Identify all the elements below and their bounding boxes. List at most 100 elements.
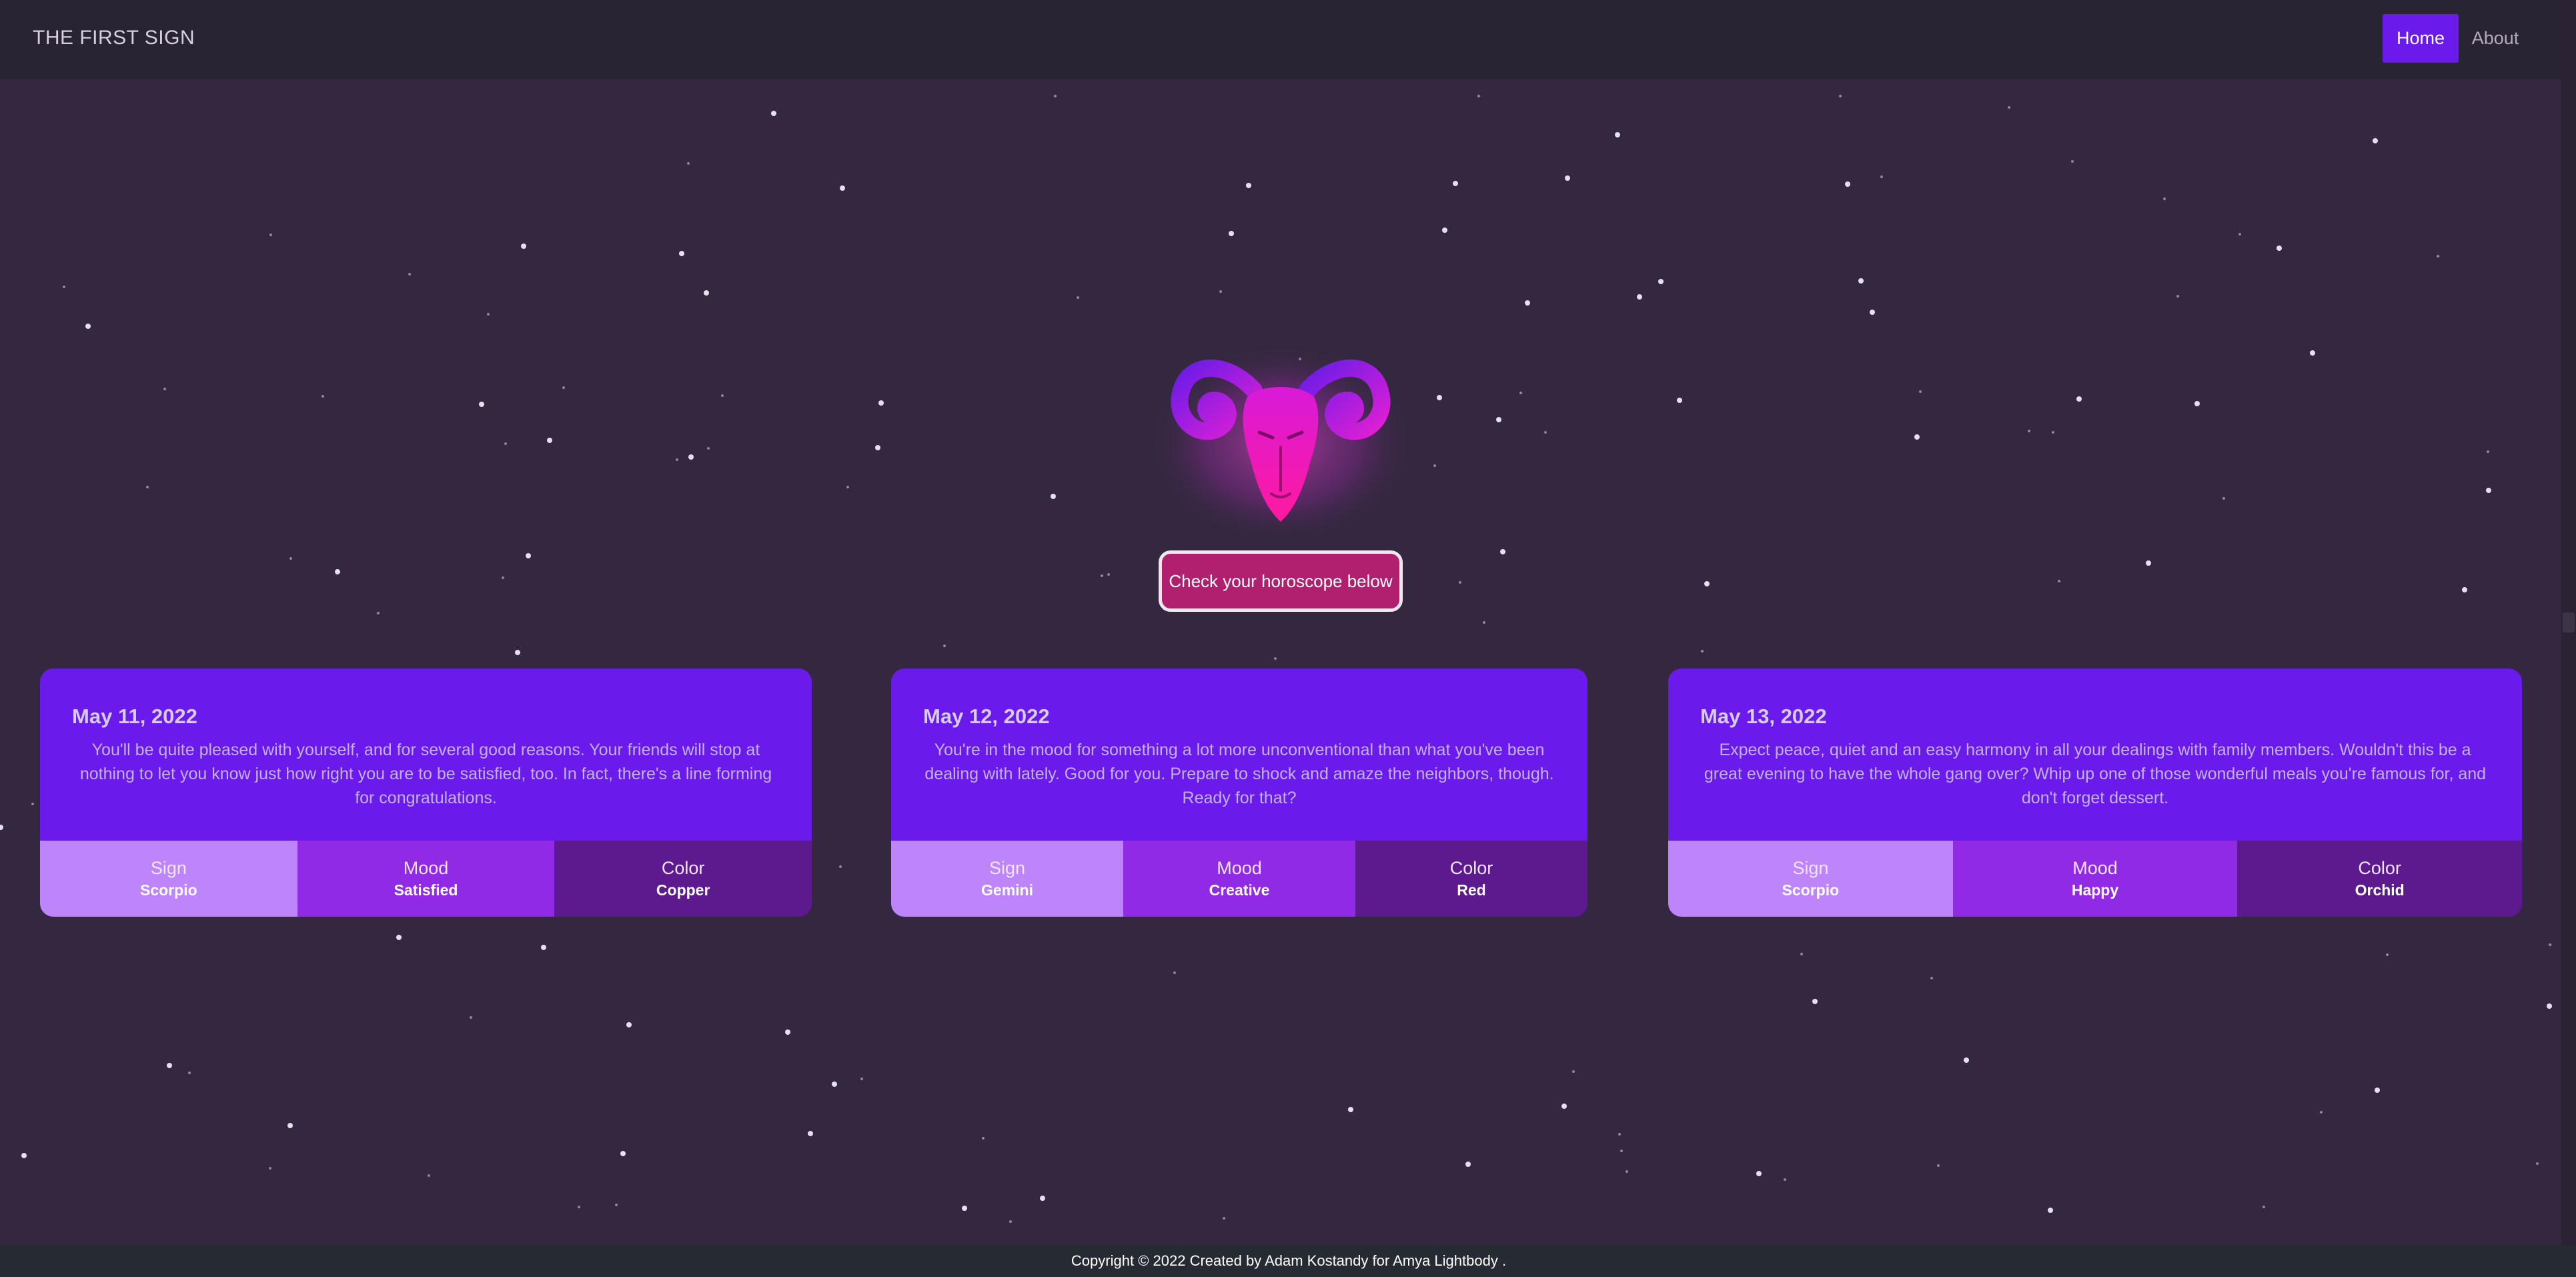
star <box>2176 295 2179 298</box>
star <box>377 612 380 614</box>
star <box>626 1022 632 1027</box>
star <box>1937 1164 1940 1167</box>
check-horoscope-button[interactable]: Check your horoscope below <box>1159 550 1403 612</box>
color-label: Color <box>2358 858 2401 878</box>
star <box>2146 560 2151 566</box>
star <box>321 395 324 398</box>
star <box>188 1072 191 1074</box>
mood-label: Mood <box>403 858 449 878</box>
star <box>1525 300 1530 306</box>
star <box>562 386 565 389</box>
mood-value: Happy <box>2071 881 2119 899</box>
scrollbar-thumb[interactable] <box>2563 612 2575 632</box>
star <box>2058 580 2060 582</box>
card-reading: You'll be quite pleased with yourself, a… <box>79 741 772 807</box>
star <box>620 1151 626 1156</box>
starfield-background <box>0 95 2552 1223</box>
star <box>832 1082 837 1087</box>
star <box>2549 943 2551 946</box>
nav-link-home[interactable]: Home <box>2383 14 2459 63</box>
star <box>269 234 272 236</box>
star <box>487 313 490 316</box>
star <box>1812 999 1818 1004</box>
star <box>1845 181 1850 187</box>
star <box>1572 1070 1575 1073</box>
horoscope-card: May 12, 2022 You're in the mood for some… <box>891 669 1587 917</box>
star <box>2536 1162 2539 1165</box>
star <box>2373 138 2378 143</box>
star <box>2277 246 2282 251</box>
card-stats: Sign Gemini Mood Creative Color Red <box>891 841 1587 917</box>
star <box>167 1063 172 1068</box>
star <box>1223 1217 1225 1220</box>
star <box>2008 106 2010 109</box>
star <box>2547 1003 2552 1009</box>
site-brand[interactable]: THE FIRST SIGN <box>33 27 195 49</box>
nav-link-about[interactable]: About <box>2472 14 2519 63</box>
sign-tile: Sign Scorpio <box>40 841 297 917</box>
star <box>962 1206 967 1211</box>
star <box>408 273 411 276</box>
page-scrollbar[interactable] <box>2561 0 2576 1277</box>
star <box>1964 1057 1969 1063</box>
star <box>676 458 678 461</box>
star <box>146 486 149 488</box>
star <box>2386 953 2389 956</box>
star <box>163 388 166 390</box>
star <box>878 400 884 406</box>
sign-tile: Sign Gemini <box>891 841 1123 917</box>
star <box>2048 1208 2053 1213</box>
star <box>1465 1162 1471 1167</box>
star <box>1054 95 1057 97</box>
star <box>31 803 34 805</box>
sign-label: Sign <box>989 858 1026 878</box>
star <box>1173 971 1176 974</box>
star <box>2263 1206 2265 1208</box>
star <box>839 865 842 868</box>
star <box>982 1137 985 1140</box>
star <box>808 1131 813 1136</box>
star <box>1437 395 1442 400</box>
star <box>1565 175 1570 181</box>
star <box>2071 160 2074 163</box>
star <box>479 402 484 407</box>
star <box>541 945 546 950</box>
star <box>1756 1171 1762 1176</box>
star <box>1626 1170 1628 1173</box>
star <box>428 1174 430 1177</box>
star <box>1784 1178 1786 1181</box>
star <box>1348 1107 1353 1112</box>
star <box>1040 1196 1045 1201</box>
star <box>687 162 690 165</box>
copyright-text: Copyright © 2022 Created by Adam Kostand… <box>1071 1252 1507 1269</box>
star <box>396 935 402 940</box>
star <box>840 185 845 191</box>
card-date: May 12, 2022 <box>923 705 1050 728</box>
star <box>2462 587 2467 592</box>
star <box>1658 279 1664 284</box>
sign-tile: Sign Scorpio <box>1668 841 1953 917</box>
star <box>1496 417 1501 422</box>
star <box>704 290 709 296</box>
card-stats: Sign Scorpio Mood Happy Color Orchid <box>1668 841 2522 917</box>
star <box>578 1206 580 1208</box>
mood-label: Mood <box>1217 858 1262 878</box>
star <box>1519 392 1522 394</box>
star <box>1274 657 1277 660</box>
star <box>679 251 684 256</box>
color-tile: Color Red <box>1355 841 1587 917</box>
star <box>2320 1111 2323 1114</box>
sign-value: Gemini <box>981 881 1033 899</box>
star <box>1858 278 1864 284</box>
star <box>1880 175 1883 178</box>
star <box>1219 290 1222 293</box>
star <box>1101 574 1103 577</box>
star <box>1704 581 1710 586</box>
star <box>21 1153 27 1158</box>
star <box>1246 183 1251 188</box>
star <box>707 447 710 450</box>
star <box>1561 1104 1567 1109</box>
star <box>2076 396 2082 402</box>
star <box>1839 95 1842 97</box>
star <box>2052 431 2054 434</box>
